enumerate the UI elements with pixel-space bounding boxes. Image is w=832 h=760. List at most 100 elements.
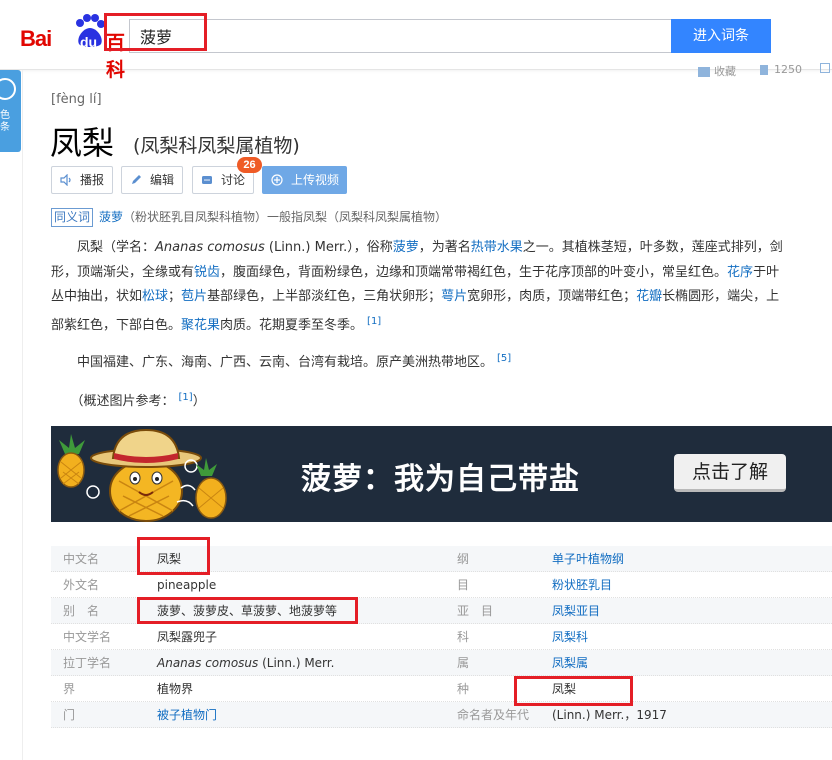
info-value: pineapple — [157, 578, 217, 592]
play-label: 播报 — [80, 173, 105, 187]
discuss-label: 讨论 — [221, 173, 246, 187]
link-ruichi[interactable]: 锐齿 — [194, 265, 220, 280]
info-key: 亚 目 — [457, 604, 494, 618]
info-value-link[interactable]: 凤梨属 — [552, 650, 588, 676]
highlight-box-chinese-name — [137, 537, 210, 575]
text: 形，顶端渐尖，全缘或有 — [51, 264, 195, 280]
synonym-link[interactable]: 菠萝 — [99, 210, 123, 224]
text: ） — [192, 394, 206, 409]
highlight-box-alias — [137, 597, 358, 624]
info-key: 属 — [457, 656, 470, 670]
reference-link[interactable]: [5] — [497, 353, 511, 364]
banner-cta-button[interactable]: 点击了解 — [674, 454, 786, 492]
edit-button[interactable]: 编辑 — [121, 166, 183, 194]
info-key: 别 名 — [63, 604, 100, 618]
synonym-tag[interactable]: 同义词 — [51, 208, 94, 227]
info-key: 科 — [457, 630, 470, 644]
info-row: 界 植物界 种 凤梨 — [51, 676, 832, 702]
text: 长椭圆形，端尖，上 — [662, 289, 780, 304]
info-value-link[interactable]: 单子叶植物纲 — [552, 546, 624, 572]
summary-paragraph-3: （概述图片参考： [1]） — [51, 386, 832, 415]
logo-bai-text: Bai — [20, 26, 52, 51]
info-value: 凤梨露兜子 — [157, 630, 218, 644]
enter-entry-button[interactable]: 进入词条 — [671, 19, 771, 53]
highlight-box-search — [104, 13, 207, 51]
summary-paragraph-2: 中国福建、广东、海南、广西、云南、台湾有栽培。原产美洲热带地区。 [5] — [51, 347, 832, 376]
text: 肉质。花期夏季至冬季。 — [220, 317, 364, 333]
info-value-link[interactable]: 被子植物门 — [157, 702, 217, 728]
info-value-link[interactable]: 凤梨亚目 — [552, 598, 600, 624]
divider — [22, 70, 23, 760]
info-key: 界 — [63, 682, 76, 696]
info-key: 纲 — [457, 552, 470, 566]
collect-button[interactable]: 收藏 — [698, 63, 736, 79]
highlight-box-species — [514, 676, 633, 706]
sidebar-tab-label: 色条 — [0, 110, 10, 133]
text: （概述图片参考： — [77, 394, 175, 409]
page-title: 凤梨 — [50, 124, 115, 162]
text: (Linn.) Merr.），俗称 — [264, 240, 393, 255]
info-row: 拉丁学名 Ananas comosus (Linn.) Merr. 属 凤梨属 — [51, 650, 832, 676]
pencil-icon — [132, 175, 141, 184]
info-row: 中文学名 凤梨露兜子 科 凤梨科 — [51, 624, 832, 650]
sidebar-tab[interactable]: 色条 — [0, 70, 21, 152]
info-value-link[interactable]: 凤梨科 — [552, 624, 588, 650]
info-key: 拉丁学名 — [63, 656, 112, 670]
text: ，为著名 — [418, 240, 471, 255]
info-key: 外文名 — [63, 578, 100, 592]
link-huaxu[interactable]: 花序 — [727, 265, 753, 280]
star-icon — [698, 67, 710, 77]
collect-label: 收藏 — [714, 65, 736, 78]
text: 丛中抽出，状如 — [51, 289, 143, 304]
info-value: Ananas comosus (Linn.) Merr. — [157, 650, 334, 676]
link-boluo[interactable]: 菠萝 — [393, 240, 419, 255]
reference-link[interactable]: [1] — [179, 392, 193, 403]
reference-link[interactable]: [1] — [367, 316, 381, 327]
share-count-value: 1250 — [774, 63, 802, 76]
share-count[interactable]: 1250 — [760, 63, 802, 76]
latin-author: (Linn.) Merr. — [258, 656, 335, 670]
speaker-icon — [60, 174, 71, 186]
pineapple-illustration — [57, 428, 227, 522]
info-key: 门 — [63, 708, 76, 722]
text: 基部绿色，上半部淡红色，三角状卵形； — [207, 289, 442, 304]
info-row: 外文名 pineapple 目 粉状胚乳目 — [51, 572, 832, 598]
edit-label: 编辑 — [150, 173, 175, 187]
text: 宽卵形，肉质，顶端带红色； — [467, 289, 637, 304]
page-subtitle: (凤梨科凤梨属植物) — [133, 135, 300, 157]
pinyin: [fèng lí] — [51, 92, 102, 107]
latin-name: Ananas comosus — [157, 656, 259, 670]
info-key: 中文学名 — [63, 630, 112, 644]
link-baopian[interactable]: 苞片 — [181, 289, 207, 304]
play-button[interactable]: 播报 — [51, 166, 113, 194]
banner-slogan: 菠萝：我为自己带盐 — [301, 462, 580, 497]
link-tropical-fruit[interactable]: 热带水果 — [471, 240, 523, 255]
text: 部紫红色，下部白色。 — [51, 317, 182, 333]
circle-icon — [0, 78, 16, 100]
info-value: 植物界 — [157, 682, 194, 696]
info-key: 中文名 — [63, 552, 100, 566]
text: 凤梨（学名： — [77, 240, 156, 255]
search-input[interactable] — [129, 19, 672, 53]
upload-video-button[interactable]: 上传视频 — [262, 166, 347, 194]
chat-icon — [202, 176, 212, 184]
link-juhuaguo[interactable]: 聚花果 — [181, 318, 220, 333]
text: ； — [168, 289, 182, 304]
link-huaban[interactable]: 花瓣 — [636, 289, 662, 304]
latin-name: Ananas comosus — [155, 240, 265, 255]
synonym-desc: （粉状胚乳目凤梨科植物）一般指凤梨（凤梨科凤梨属植物） — [123, 210, 448, 224]
text: 之一。其植株茎短，叶多数，莲座式排列，剑 — [522, 240, 783, 255]
text: 中国福建、广东、海南、广西、云南、台湾有栽培。原产美洲热带地区。 — [77, 355, 494, 370]
link-songqiu[interactable]: 松球 — [142, 289, 168, 304]
share-icon[interactable] — [820, 63, 830, 73]
logo-du-text: du — [80, 34, 98, 50]
link-epian[interactable]: 萼片 — [441, 289, 467, 304]
summary-paragraph-1: 凤梨（学名：Ananas comosus (Linn.) Merr.），俗称菠萝… — [51, 236, 832, 338]
upload-video-label: 上传视频 — [291, 173, 340, 187]
discuss-count-badge: 26 — [237, 157, 262, 173]
promo-banner[interactable]: 菠萝：我为自己带盐 点击了解 — [51, 426, 832, 522]
info-row: 门 被子植物门 命名者及年代 (Linn.) Merr.，1917 — [51, 702, 832, 728]
info-value-link[interactable]: 粉状胚乳目 — [552, 572, 612, 598]
text: ，腹面绿色，背面粉绿色，边缘和顶端常带褐红色，生于花序顶部的叶变小，常呈红色。 — [220, 264, 728, 280]
text: 于叶 — [753, 264, 780, 280]
